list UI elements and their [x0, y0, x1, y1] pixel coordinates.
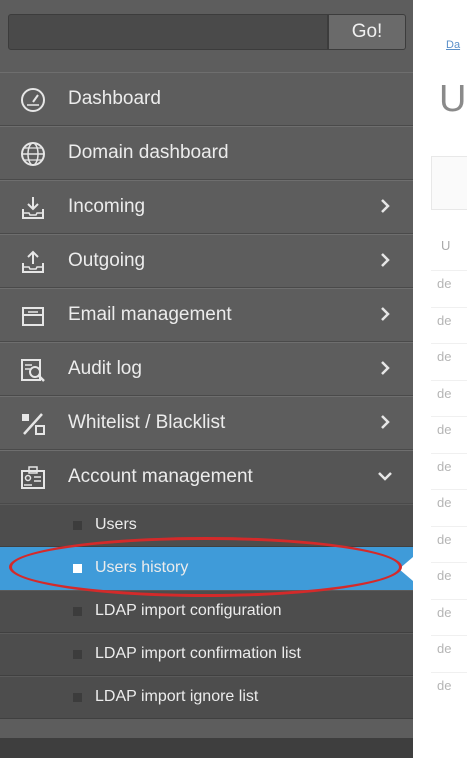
table-row-divider [431, 671, 467, 673]
percent-icon [20, 411, 46, 437]
table-row[interactable]: de [437, 532, 451, 547]
sidebar-subitem-label: LDAP import configuration [95, 602, 282, 619]
sidebar-subitem-ldap-import-confirmation-list[interactable]: LDAP import confirmation list [0, 633, 413, 676]
sidebar-bottom-edge [0, 738, 413, 758]
active-pointer-caret [399, 557, 413, 581]
bullet-icon [73, 564, 82, 573]
sidebar-item-account-management[interactable]: Account management [0, 450, 413, 504]
chevron-right-icon [377, 252, 393, 268]
sidebar-subitem-label: Users [95, 516, 137, 533]
sidebar-item-label: Incoming [68, 196, 146, 217]
sidebar-subitem-label: LDAP import confirmation list [95, 645, 301, 662]
email-tray-icon [20, 303, 46, 329]
sidebar-item-domain-dashboard[interactable]: Domain dashboard [0, 126, 413, 180]
table-row-divider [431, 562, 467, 563]
table-row-divider [431, 416, 467, 417]
sidebar-item-outgoing[interactable]: Outgoing [0, 234, 413, 288]
table-row[interactable]: de [437, 386, 451, 401]
main-content: Da U U de de de de de de de de de de de de [413, 0, 467, 758]
sidebar-item-audit-log[interactable]: Audit log [0, 342, 413, 396]
bullet-icon [73, 650, 82, 659]
go-button[interactable]: Go! [328, 14, 406, 50]
sidebar-subitem-users-history[interactable]: Users history [0, 547, 413, 590]
sidebar-item-label: Whitelist / Blacklist [68, 412, 226, 433]
bullet-icon [73, 693, 82, 702]
table-row[interactable]: de [437, 459, 451, 474]
bullet-icon [73, 521, 82, 530]
table-row[interactable]: de [437, 495, 451, 510]
audit-search-icon [20, 357, 46, 383]
table-row[interactable]: de [437, 313, 451, 328]
sidebar-item-dashboard[interactable]: Dashboard [0, 72, 413, 126]
globe-icon [20, 141, 46, 167]
sidebar-item-label: Domain dashboard [68, 142, 229, 163]
sidebar-item-label: Audit log [68, 358, 142, 379]
table-row[interactable]: de [437, 641, 451, 656]
sidebar-item-email-management[interactable]: Email management [0, 288, 413, 342]
page-title: U [439, 78, 467, 120]
table-row[interactable]: de [437, 678, 451, 693]
breadcrumb[interactable]: Da [446, 39, 460, 51]
table-row[interactable]: de [437, 422, 451, 437]
sidebar-item-label: Account management [68, 466, 253, 487]
chevron-right-icon [377, 360, 393, 376]
table-row-divider [431, 525, 467, 527]
sidebar-subitem-label: Users history [95, 559, 189, 576]
sidebar-search: Go! [8, 14, 406, 52]
account-card-icon [20, 465, 46, 491]
sidebar-subitem-ldap-import-configuration[interactable]: LDAP import configuration [0, 590, 413, 633]
table-row[interactable]: de [437, 605, 451, 620]
sidebar-item-label: Outgoing [68, 250, 146, 271]
table-row[interactable]: de [437, 568, 451, 583]
sidebar-item-label: Dashboard [68, 88, 161, 109]
table-row-divider [431, 343, 467, 344]
table-row-divider [431, 635, 467, 636]
table-row-divider [431, 270, 467, 271]
table-row-divider [431, 489, 467, 490]
sidebar-subitem-users[interactable]: Users [0, 504, 413, 547]
inbox-download-icon [20, 195, 46, 221]
chevron-right-icon [377, 198, 393, 214]
sidebar-item-whitelist-blacklist[interactable]: Whitelist / Blacklist [0, 396, 413, 450]
chevron-right-icon [377, 306, 393, 322]
dashboard-gauge-icon [20, 87, 46, 113]
table-row-divider [431, 598, 467, 600]
table-row-divider [431, 379, 467, 381]
chevron-down-icon [377, 468, 393, 484]
table-row[interactable]: de [437, 276, 451, 291]
table-row[interactable]: de [437, 349, 451, 364]
search-input[interactable] [8, 14, 328, 50]
bullet-icon [73, 607, 82, 616]
table-row-divider [431, 452, 467, 454]
chevron-right-icon [377, 414, 393, 430]
sidebar-subitem-ldap-import-ignore-list[interactable]: LDAP import ignore list [0, 676, 413, 719]
sidebar-item-label: Email management [68, 304, 232, 325]
sidebar-item-incoming[interactable]: Incoming [0, 180, 413, 234]
sidebar-subitem-label: LDAP import ignore list [95, 688, 259, 705]
table-row-divider [431, 306, 467, 308]
toolbar-button[interactable] [431, 156, 467, 210]
table-column-header[interactable]: U [441, 238, 450, 253]
sidebar: Go! Dashboard Domain dashboard Incoming … [0, 0, 413, 758]
inbox-upload-icon [20, 249, 46, 275]
